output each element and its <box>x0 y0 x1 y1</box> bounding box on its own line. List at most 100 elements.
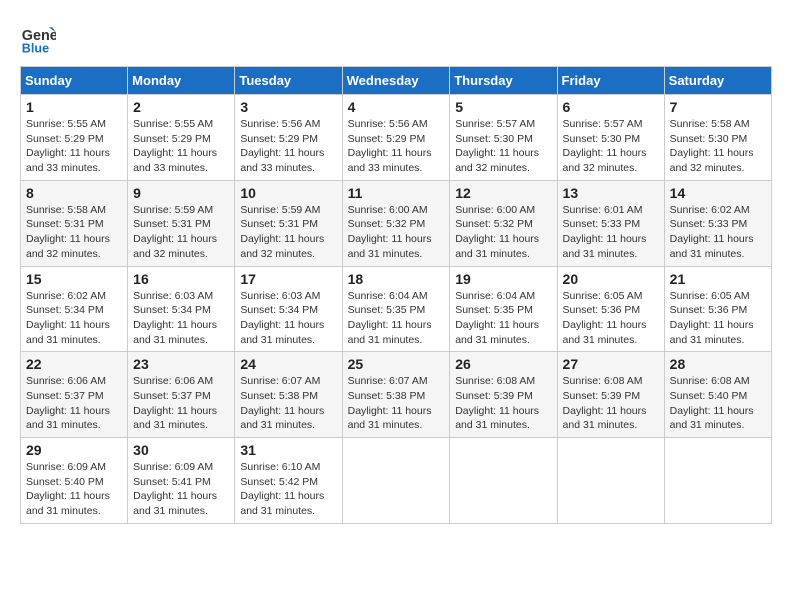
day-header-friday: Friday <box>557 67 664 95</box>
day-detail: Sunrise: 6:00 AMSunset: 5:32 PMDaylight:… <box>455 203 551 262</box>
calendar-cell: 5 Sunrise: 5:57 AMSunset: 5:30 PMDayligh… <box>450 95 557 181</box>
calendar: SundayMondayTuesdayWednesdayThursdayFrid… <box>20 66 772 524</box>
day-number: 30 <box>133 442 229 458</box>
calendar-cell: 15 Sunrise: 6:02 AMSunset: 5:34 PMDaylig… <box>21 266 128 352</box>
day-header-saturday: Saturday <box>664 67 771 95</box>
day-detail: Sunrise: 6:03 AMSunset: 5:34 PMDaylight:… <box>133 289 229 348</box>
calendar-header-row: SundayMondayTuesdayWednesdayThursdayFrid… <box>21 67 772 95</box>
day-number: 2 <box>133 99 229 115</box>
svg-text:Blue: Blue <box>22 41 49 55</box>
calendar-cell: 31 Sunrise: 6:10 AMSunset: 5:42 PMDaylig… <box>235 438 342 524</box>
day-detail: Sunrise: 6:09 AMSunset: 5:40 PMDaylight:… <box>26 460 122 519</box>
day-detail: Sunrise: 6:00 AMSunset: 5:32 PMDaylight:… <box>348 203 445 262</box>
calendar-cell: 4 Sunrise: 5:56 AMSunset: 5:29 PMDayligh… <box>342 95 450 181</box>
calendar-cell: 23 Sunrise: 6:06 AMSunset: 5:37 PMDaylig… <box>128 352 235 438</box>
calendar-week-1: 1 Sunrise: 5:55 AMSunset: 5:29 PMDayligh… <box>21 95 772 181</box>
day-detail: Sunrise: 5:55 AMSunset: 5:29 PMDaylight:… <box>26 117 122 176</box>
day-detail: Sunrise: 6:09 AMSunset: 5:41 PMDaylight:… <box>133 460 229 519</box>
day-header-sunday: Sunday <box>21 67 128 95</box>
header: General Blue <box>20 20 772 56</box>
day-detail: Sunrise: 6:03 AMSunset: 5:34 PMDaylight:… <box>240 289 336 348</box>
day-number: 27 <box>563 356 659 372</box>
calendar-cell: 29 Sunrise: 6:09 AMSunset: 5:40 PMDaylig… <box>21 438 128 524</box>
calendar-week-3: 15 Sunrise: 6:02 AMSunset: 5:34 PMDaylig… <box>21 266 772 352</box>
logo-icon: General Blue <box>20 20 56 56</box>
day-detail: Sunrise: 5:58 AMSunset: 5:30 PMDaylight:… <box>670 117 766 176</box>
day-number: 1 <box>26 99 122 115</box>
day-number: 28 <box>670 356 766 372</box>
calendar-cell: 27 Sunrise: 6:08 AMSunset: 5:39 PMDaylig… <box>557 352 664 438</box>
day-number: 13 <box>563 185 659 201</box>
calendar-cell: 26 Sunrise: 6:08 AMSunset: 5:39 PMDaylig… <box>450 352 557 438</box>
day-number: 21 <box>670 271 766 287</box>
day-number: 7 <box>670 99 766 115</box>
calendar-week-2: 8 Sunrise: 5:58 AMSunset: 5:31 PMDayligh… <box>21 180 772 266</box>
day-number: 14 <box>670 185 766 201</box>
day-detail: Sunrise: 6:08 AMSunset: 5:40 PMDaylight:… <box>670 374 766 433</box>
day-number: 4 <box>348 99 445 115</box>
calendar-cell: 25 Sunrise: 6:07 AMSunset: 5:38 PMDaylig… <box>342 352 450 438</box>
day-number: 16 <box>133 271 229 287</box>
calendar-cell: 28 Sunrise: 6:08 AMSunset: 5:40 PMDaylig… <box>664 352 771 438</box>
calendar-cell: 13 Sunrise: 6:01 AMSunset: 5:33 PMDaylig… <box>557 180 664 266</box>
calendar-cell <box>557 438 664 524</box>
day-number: 3 <box>240 99 336 115</box>
day-detail: Sunrise: 6:02 AMSunset: 5:33 PMDaylight:… <box>670 203 766 262</box>
calendar-cell: 16 Sunrise: 6:03 AMSunset: 5:34 PMDaylig… <box>128 266 235 352</box>
calendar-body: 1 Sunrise: 5:55 AMSunset: 5:29 PMDayligh… <box>21 95 772 524</box>
day-number: 8 <box>26 185 122 201</box>
day-header-monday: Monday <box>128 67 235 95</box>
calendar-week-5: 29 Sunrise: 6:09 AMSunset: 5:40 PMDaylig… <box>21 438 772 524</box>
day-detail: Sunrise: 5:58 AMSunset: 5:31 PMDaylight:… <box>26 203 122 262</box>
day-detail: Sunrise: 6:08 AMSunset: 5:39 PMDaylight:… <box>563 374 659 433</box>
calendar-cell: 24 Sunrise: 6:07 AMSunset: 5:38 PMDaylig… <box>235 352 342 438</box>
day-detail: Sunrise: 6:05 AMSunset: 5:36 PMDaylight:… <box>670 289 766 348</box>
day-number: 5 <box>455 99 551 115</box>
calendar-cell: 17 Sunrise: 6:03 AMSunset: 5:34 PMDaylig… <box>235 266 342 352</box>
calendar-cell: 21 Sunrise: 6:05 AMSunset: 5:36 PMDaylig… <box>664 266 771 352</box>
day-detail: Sunrise: 6:05 AMSunset: 5:36 PMDaylight:… <box>563 289 659 348</box>
day-header-tuesday: Tuesday <box>235 67 342 95</box>
day-number: 24 <box>240 356 336 372</box>
day-number: 9 <box>133 185 229 201</box>
day-detail: Sunrise: 5:56 AMSunset: 5:29 PMDaylight:… <box>348 117 445 176</box>
calendar-cell: 7 Sunrise: 5:58 AMSunset: 5:30 PMDayligh… <box>664 95 771 181</box>
day-detail: Sunrise: 6:06 AMSunset: 5:37 PMDaylight:… <box>133 374 229 433</box>
calendar-cell <box>664 438 771 524</box>
calendar-cell: 18 Sunrise: 6:04 AMSunset: 5:35 PMDaylig… <box>342 266 450 352</box>
day-detail: Sunrise: 5:55 AMSunset: 5:29 PMDaylight:… <box>133 117 229 176</box>
day-number: 15 <box>26 271 122 287</box>
calendar-cell: 19 Sunrise: 6:04 AMSunset: 5:35 PMDaylig… <box>450 266 557 352</box>
day-number: 31 <box>240 442 336 458</box>
day-number: 23 <box>133 356 229 372</box>
day-detail: Sunrise: 5:57 AMSunset: 5:30 PMDaylight:… <box>455 117 551 176</box>
calendar-cell: 10 Sunrise: 5:59 AMSunset: 5:31 PMDaylig… <box>235 180 342 266</box>
day-number: 25 <box>348 356 445 372</box>
logo: General Blue <box>20 20 56 56</box>
day-number: 20 <box>563 271 659 287</box>
calendar-cell <box>450 438 557 524</box>
calendar-cell: 8 Sunrise: 5:58 AMSunset: 5:31 PMDayligh… <box>21 180 128 266</box>
calendar-cell: 22 Sunrise: 6:06 AMSunset: 5:37 PMDaylig… <box>21 352 128 438</box>
day-detail: Sunrise: 6:04 AMSunset: 5:35 PMDaylight:… <box>348 289 445 348</box>
day-number: 17 <box>240 271 336 287</box>
calendar-cell: 3 Sunrise: 5:56 AMSunset: 5:29 PMDayligh… <box>235 95 342 181</box>
calendar-cell: 30 Sunrise: 6:09 AMSunset: 5:41 PMDaylig… <box>128 438 235 524</box>
day-number: 12 <box>455 185 551 201</box>
day-number: 22 <box>26 356 122 372</box>
day-detail: Sunrise: 6:07 AMSunset: 5:38 PMDaylight:… <box>240 374 336 433</box>
day-detail: Sunrise: 6:10 AMSunset: 5:42 PMDaylight:… <box>240 460 336 519</box>
calendar-cell: 2 Sunrise: 5:55 AMSunset: 5:29 PMDayligh… <box>128 95 235 181</box>
calendar-cell: 1 Sunrise: 5:55 AMSunset: 5:29 PMDayligh… <box>21 95 128 181</box>
calendar-cell: 14 Sunrise: 6:02 AMSunset: 5:33 PMDaylig… <box>664 180 771 266</box>
day-detail: Sunrise: 6:06 AMSunset: 5:37 PMDaylight:… <box>26 374 122 433</box>
day-header-wednesday: Wednesday <box>342 67 450 95</box>
day-detail: Sunrise: 6:07 AMSunset: 5:38 PMDaylight:… <box>348 374 445 433</box>
day-number: 29 <box>26 442 122 458</box>
day-detail: Sunrise: 6:08 AMSunset: 5:39 PMDaylight:… <box>455 374 551 433</box>
day-detail: Sunrise: 6:04 AMSunset: 5:35 PMDaylight:… <box>455 289 551 348</box>
day-detail: Sunrise: 6:02 AMSunset: 5:34 PMDaylight:… <box>26 289 122 348</box>
day-number: 19 <box>455 271 551 287</box>
calendar-cell <box>342 438 450 524</box>
day-detail: Sunrise: 5:57 AMSunset: 5:30 PMDaylight:… <box>563 117 659 176</box>
